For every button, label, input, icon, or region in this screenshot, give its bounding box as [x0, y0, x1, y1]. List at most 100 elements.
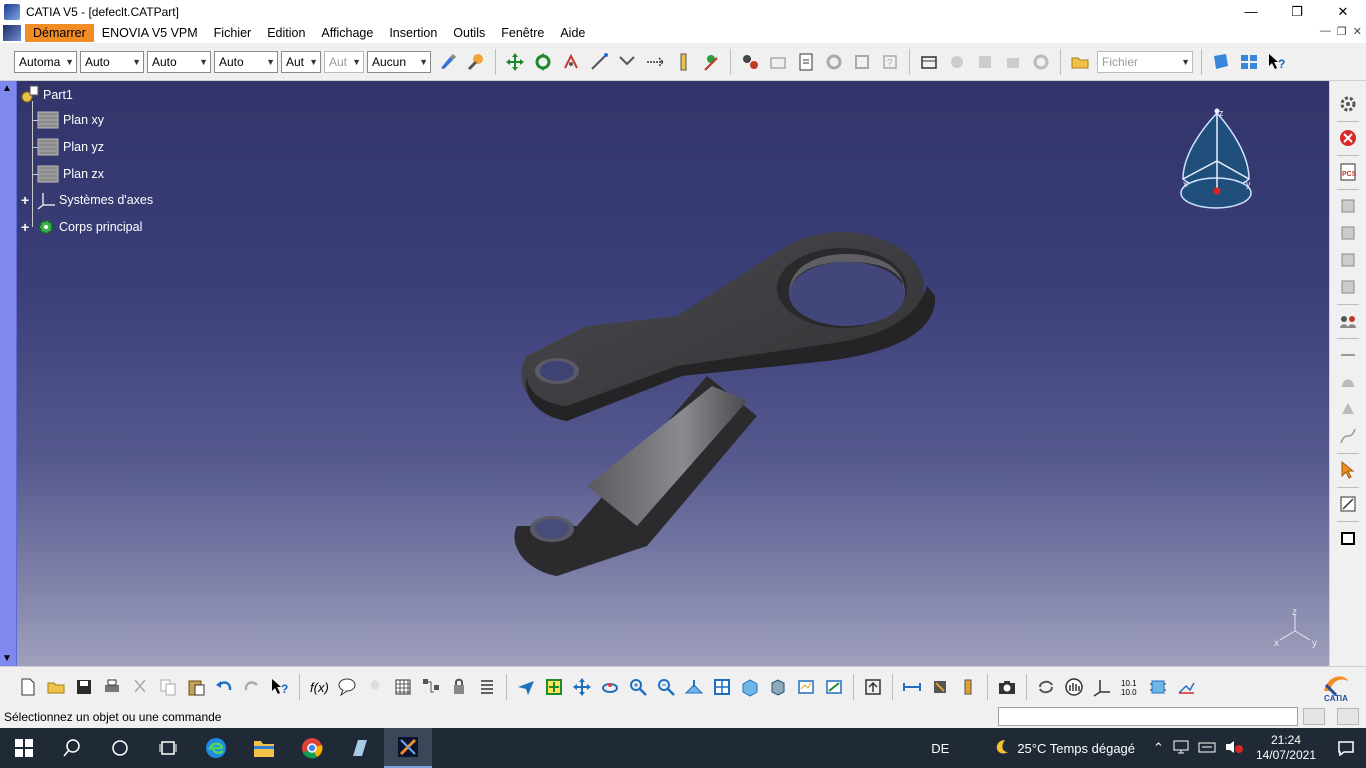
camera-icon[interactable] — [995, 675, 1019, 699]
measure-between-icon[interactable] — [900, 675, 924, 699]
menu-edition[interactable]: Edition — [259, 24, 313, 42]
open-folder-icon[interactable] — [44, 675, 68, 699]
parameter-tree-icon[interactable] — [419, 675, 443, 699]
curve-tool-icon[interactable] — [1335, 423, 1361, 449]
tree-item-axis-systems[interactable]: + Systèmes d'axes — [21, 190, 153, 210]
line-type-combo[interactable]: Auto ▼ — [214, 50, 278, 73]
tree-item-plan-xy[interactable]: Plan xy — [37, 110, 104, 130]
weather-text[interactable]: 25°C Temps dégagé — [1017, 741, 1135, 756]
zoom-out-icon[interactable] — [654, 675, 678, 699]
menu-demarrer[interactable]: Démarrer — [25, 24, 94, 42]
folder-open-icon[interactable] — [1068, 50, 1092, 74]
measure-line-icon[interactable] — [587, 50, 611, 74]
table-icon[interactable] — [391, 675, 415, 699]
catalog-lock-icon[interactable] — [447, 675, 471, 699]
color-combo[interactable]: Automa ▼ — [14, 50, 77, 73]
windows-tile-icon[interactable] — [1237, 50, 1261, 74]
pad-icon[interactable] — [1335, 525, 1361, 551]
part-tool-b-icon[interactable] — [1335, 220, 1361, 246]
menu-aide[interactable]: Aide — [552, 24, 593, 42]
cut-icon[interactable] — [128, 675, 152, 699]
line-tool-icon[interactable] — [1335, 342, 1361, 368]
point-type-combo[interactable]: Aut ▼ — [281, 50, 321, 73]
update-icon[interactable] — [861, 675, 885, 699]
hand-icon[interactable] — [1062, 675, 1086, 699]
pan-icon[interactable] — [503, 50, 527, 74]
compass-widget[interactable]: z x y — [1175, 101, 1255, 216]
print-icon[interactable] — [100, 675, 124, 699]
windows-start-icon[interactable] — [0, 728, 48, 768]
paste-icon[interactable] — [184, 675, 208, 699]
shading-icon[interactable] — [766, 675, 790, 699]
keyboard-icon[interactable] — [1198, 739, 1216, 758]
people-icon[interactable] — [1335, 308, 1361, 334]
task-view-icon[interactable] — [144, 728, 192, 768]
knowledge-advisor-icon[interactable] — [335, 675, 359, 699]
catia-menu-logo-icon[interactable] — [3, 25, 21, 41]
properties-brush-icon[interactable] — [464, 50, 488, 74]
doc-restore-icon[interactable]: ❐ — [1337, 25, 1347, 38]
light-bulb-icon[interactable] — [363, 675, 387, 699]
rotate-view-icon[interactable] — [598, 675, 622, 699]
measure-inertia-icon[interactable] — [956, 675, 980, 699]
sketch-icon[interactable] — [1335, 491, 1361, 517]
line-thickness-combo[interactable]: Auto ▼ — [147, 50, 211, 73]
whats-this-icon[interactable]: ? — [268, 675, 292, 699]
measure-item-icon[interactable] — [928, 675, 952, 699]
part-tool-d-icon[interactable] — [1335, 274, 1361, 300]
copy-icon[interactable] — [156, 675, 180, 699]
fit-all-icon[interactable] — [542, 675, 566, 699]
blue-book-icon[interactable] — [1209, 50, 1233, 74]
maximize-button[interactable]: ❐ — [1274, 0, 1320, 23]
shape-tool-a-icon[interactable] — [1335, 369, 1361, 395]
edge-browser-icon[interactable] — [192, 728, 240, 768]
tree-item-plan-yz[interactable]: Plan yz — [37, 137, 104, 157]
catia-launcher-icon[interactable] — [336, 728, 384, 768]
volume-muted-icon[interactable] — [1224, 739, 1244, 758]
scroll-down-icon[interactable]: ▼ — [2, 653, 12, 664]
arrows-horizontal-icon[interactable] — [643, 50, 667, 74]
menu-outils[interactable]: Outils — [445, 24, 493, 42]
catalog-icon[interactable] — [738, 50, 762, 74]
chrome-icon[interactable] — [288, 728, 336, 768]
tree-scrollbar[interactable]: ▲ ▼ — [0, 81, 17, 666]
units-icon[interactable]: 10.1 10.0 — [1118, 675, 1142, 699]
catia-running-icon[interactable] — [384, 728, 432, 768]
doc-minimize-icon[interactable]: — — [1320, 25, 1331, 38]
swap-visible-icon[interactable] — [822, 675, 846, 699]
scroll-up-icon[interactable]: ▲ — [2, 83, 12, 94]
layer-filter-combo[interactable]: Aucun ▼ — [367, 50, 431, 73]
select-cursor-icon[interactable] — [1335, 457, 1361, 483]
menu-insertion[interactable]: Insertion — [381, 24, 445, 42]
fly-mode-icon[interactable] — [514, 675, 538, 699]
layers-icon[interactable] — [1146, 675, 1170, 699]
tree-item-main-body[interactable]: + Corps principal — [21, 217, 142, 237]
pcs-icon[interactable]: PCS — [1335, 159, 1361, 185]
command-input[interactable] — [998, 707, 1298, 726]
ruler-icon[interactable] — [671, 50, 695, 74]
tree-item-plan-zx[interactable]: Plan zx — [37, 164, 104, 184]
save-icon[interactable] — [72, 675, 96, 699]
iso-view-icon[interactable] — [738, 675, 762, 699]
expand-plus-icon[interactable]: + — [21, 192, 35, 208]
settings-gear-icon[interactable] — [1335, 91, 1361, 117]
multi-view-icon[interactable] — [710, 675, 734, 699]
help-icon[interactable]: ? — [1265, 50, 1289, 74]
shape-tool-b-icon[interactable] — [1335, 396, 1361, 422]
language-indicator[interactable]: DE — [931, 741, 949, 756]
normal-view-icon[interactable] — [682, 675, 706, 699]
minimize-button[interactable]: — — [1228, 0, 1274, 23]
status-button-1[interactable] — [1303, 708, 1325, 725]
axis-tool-icon[interactable] — [1090, 675, 1114, 699]
transparency-combo[interactable]: Auto ▼ — [80, 50, 144, 73]
redo-icon[interactable] — [240, 675, 264, 699]
part-model[interactable] — [497, 226, 947, 596]
status-button-2[interactable] — [1337, 708, 1359, 725]
refresh-icon[interactable] — [1034, 675, 1058, 699]
grid-tool-icon[interactable] — [917, 50, 941, 74]
menu-affichage[interactable]: Affichage — [313, 24, 381, 42]
clock[interactable]: 21:24 14/07/2021 — [1256, 733, 1316, 763]
network-icon[interactable] — [1172, 739, 1190, 758]
tree-item-part1[interactable]: Part1 — [19, 85, 73, 105]
undo-icon[interactable] — [212, 675, 236, 699]
